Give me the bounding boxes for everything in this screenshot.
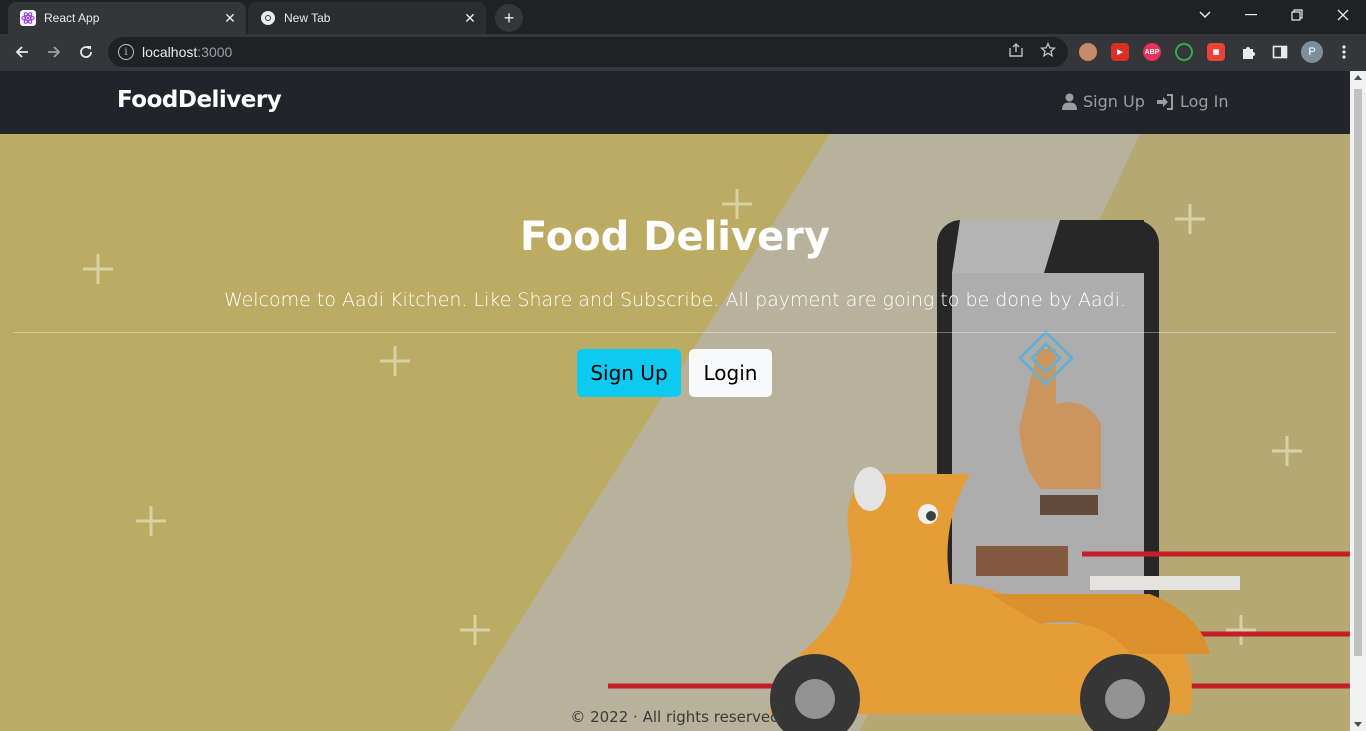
extension-circle-icon[interactable] <box>1175 43 1193 61</box>
sign-in-icon <box>1157 93 1173 110</box>
hero-title: Food Delivery <box>520 214 830 260</box>
restore-icon[interactable] <box>1274 0 1320 30</box>
tab-react-app[interactable]: React App ✕ <box>8 2 246 34</box>
extension-face-icon[interactable] <box>1079 43 1097 61</box>
scroll-down-arrow-icon[interactable] <box>1354 722 1362 727</box>
scroll-up-arrow-icon[interactable] <box>1354 75 1362 80</box>
nav-login-link[interactable]: Log In <box>1156 92 1229 111</box>
tab-title: React App <box>44 11 100 25</box>
reload-icon[interactable] <box>72 38 100 66</box>
share-icon[interactable] <box>1007 41 1025 59</box>
extension-grid-icon[interactable]: ▦ <box>1207 43 1225 61</box>
page-scrollbar[interactable] <box>1350 71 1366 731</box>
nav-signup-label: Sign Up <box>1083 92 1145 111</box>
tab-strip: React App ✕ New Tab ✕ + <box>0 0 1366 34</box>
extensions-puzzle-icon[interactable] <box>1239 43 1257 61</box>
navbar: FoodDelivery Sign Up Log In <box>0 71 1350 134</box>
tab-new-tab[interactable]: New Tab ✕ <box>248 2 486 34</box>
address-bar[interactable]: i localhost:3000 <box>108 37 1068 67</box>
brand-logo[interactable]: FoodDelivery <box>117 87 282 113</box>
user-icon <box>1062 93 1077 110</box>
close-icon[interactable]: ✕ <box>462 10 478 26</box>
footer-copyright: © 2022 · All rights reserved <box>570 708 780 726</box>
url-text: localhost:3000 <box>142 44 233 60</box>
new-tab-button[interactable]: + <box>495 4 523 32</box>
adblock-icon[interactable]: ABP <box>1143 43 1161 61</box>
hero-lead-text: Welcome to Aadi Kitchen. Like Share and … <box>223 289 1127 311</box>
hero-section: Food Delivery Welcome to Aadi Kitchen. L… <box>0 134 1350 731</box>
react-icon <box>20 10 36 26</box>
site-info-icon[interactable]: i <box>118 44 134 60</box>
chrome-icon <box>260 10 276 26</box>
browser-toolbar: i localhost:3000 ▶ ABP ▦ P <box>0 34 1366 71</box>
more-menu-icon[interactable] <box>1335 43 1353 61</box>
tab-title: New Tab <box>284 11 331 25</box>
hero-divider <box>13 332 1336 333</box>
nav-login-label: Log In <box>1180 92 1229 111</box>
web-page: FoodDelivery Sign Up Log In Food Deliver… <box>0 71 1350 731</box>
bookmark-star-icon[interactable] <box>1039 41 1057 59</box>
hero-signup-button[interactable]: Sign Up <box>577 349 681 397</box>
profile-avatar[interactable]: P <box>1301 41 1323 63</box>
forward-icon[interactable] <box>40 38 68 66</box>
back-icon[interactable] <box>8 38 36 66</box>
nav-signup-link[interactable]: Sign Up <box>1062 92 1145 111</box>
extension-video-icon[interactable]: ▶ <box>1111 43 1129 61</box>
minimize-icon[interactable] <box>1228 0 1274 30</box>
hero-login-button[interactable]: Login <box>689 349 772 397</box>
tab-search-icon[interactable] <box>1182 0 1228 30</box>
close-icon[interactable]: ✕ <box>222 10 238 26</box>
side-panel-icon[interactable] <box>1271 43 1289 61</box>
close-window-icon[interactable] <box>1320 0 1366 30</box>
scrollbar-thumb[interactable] <box>1354 89 1362 656</box>
